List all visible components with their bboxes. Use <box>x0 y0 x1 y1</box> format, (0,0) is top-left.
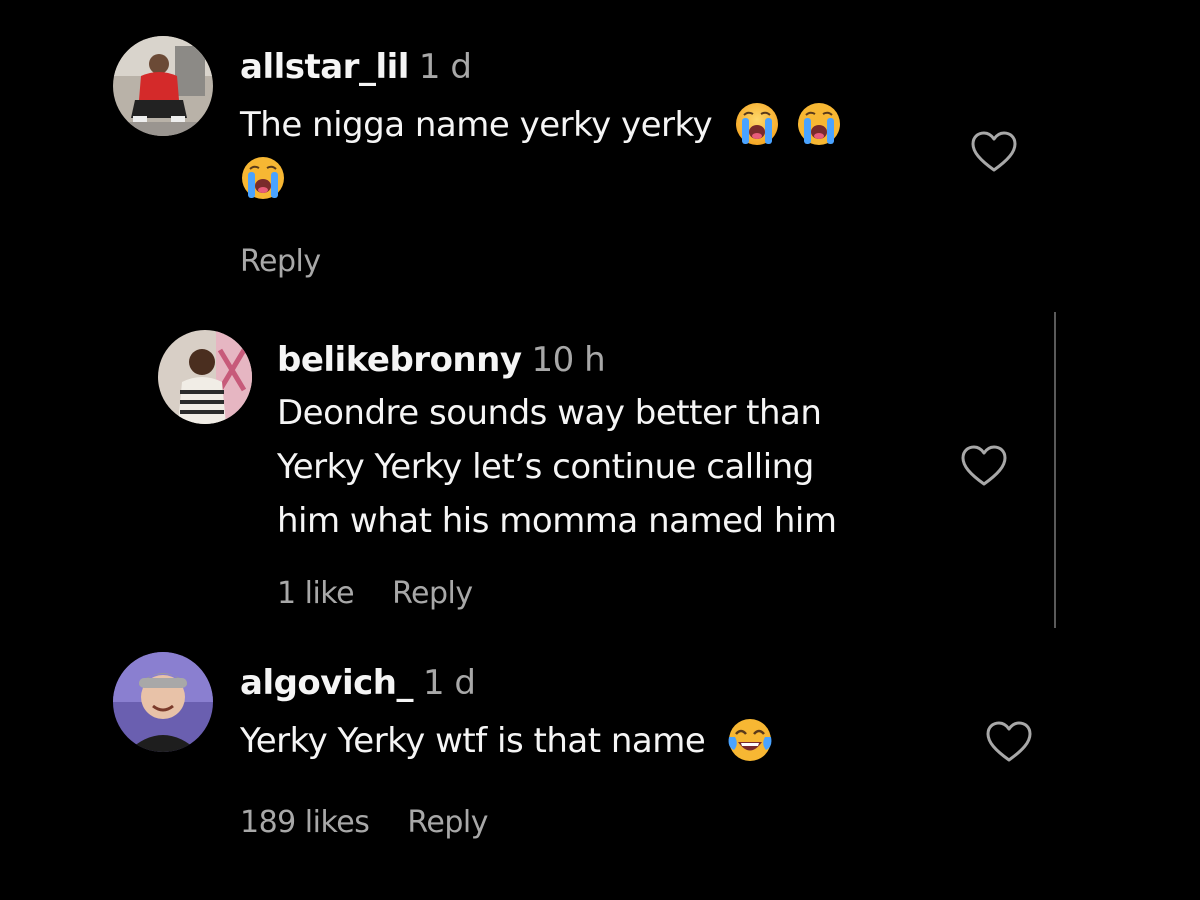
avatar-photo-icon <box>113 652 213 752</box>
heart-icon[interactable] <box>970 130 1018 174</box>
timestamp: 1 d <box>418 47 472 87</box>
comment-text: Yerky Yerky wtf is that name <box>240 721 706 761</box>
avatar-belikebronny[interactable] <box>158 330 252 424</box>
avatar-algovich[interactable] <box>113 652 213 752</box>
timestamp: 10 h <box>531 340 606 380</box>
reply-button[interactable]: Reply <box>392 576 473 611</box>
thread-divider <box>1054 312 1056 628</box>
timestamp: 1 d <box>422 663 476 703</box>
avatar-allstar-lil[interactable] <box>113 36 213 136</box>
comment-actions: Reply <box>240 242 321 282</box>
comment-text-line: him what his momma named him <box>277 501 837 541</box>
comment-actions: 189 likes Reply <box>240 803 488 843</box>
avatar-photo-icon <box>113 36 213 136</box>
like-count[interactable]: 1 like <box>277 576 355 611</box>
comment-text-line: Deondre sounds way better than <box>277 393 822 433</box>
face-with-tears-of-joy-icon <box>727 717 773 763</box>
comment-text-block: The nigga name yerky yerky <box>240 98 940 206</box>
comment-text: The nigga name yerky yerky <box>240 105 713 145</box>
loudly-crying-face-icon <box>240 155 286 201</box>
reply-button[interactable]: Reply <box>240 244 321 279</box>
loudly-crying-face-icon <box>734 101 780 147</box>
comment-text-line: Yerky Yerky let’s continue calling <box>277 447 814 487</box>
comment-text-block: Yerky Yerky wtf is that name <box>240 714 940 768</box>
heart-icon[interactable] <box>960 444 1008 488</box>
username[interactable]: algovich_ <box>240 663 413 703</box>
loudly-crying-face-icon <box>796 101 842 147</box>
comment-header: allstar_lil 1 d <box>240 47 472 87</box>
avatar-photo-icon <box>158 330 252 424</box>
comment-header: algovich_ 1 d <box>240 663 476 703</box>
username[interactable]: allstar_lil <box>240 47 409 87</box>
heart-icon[interactable] <box>985 720 1033 764</box>
comment-text-block: Deondre sounds way better than Yerky Yer… <box>277 386 927 548</box>
comment-actions: 1 like Reply <box>277 574 473 614</box>
like-count[interactable]: 189 likes <box>240 805 370 840</box>
username[interactable]: belikebronny <box>277 340 522 380</box>
comment-header: belikebronny 10 h <box>277 340 606 380</box>
reply-button[interactable]: Reply <box>407 805 488 840</box>
